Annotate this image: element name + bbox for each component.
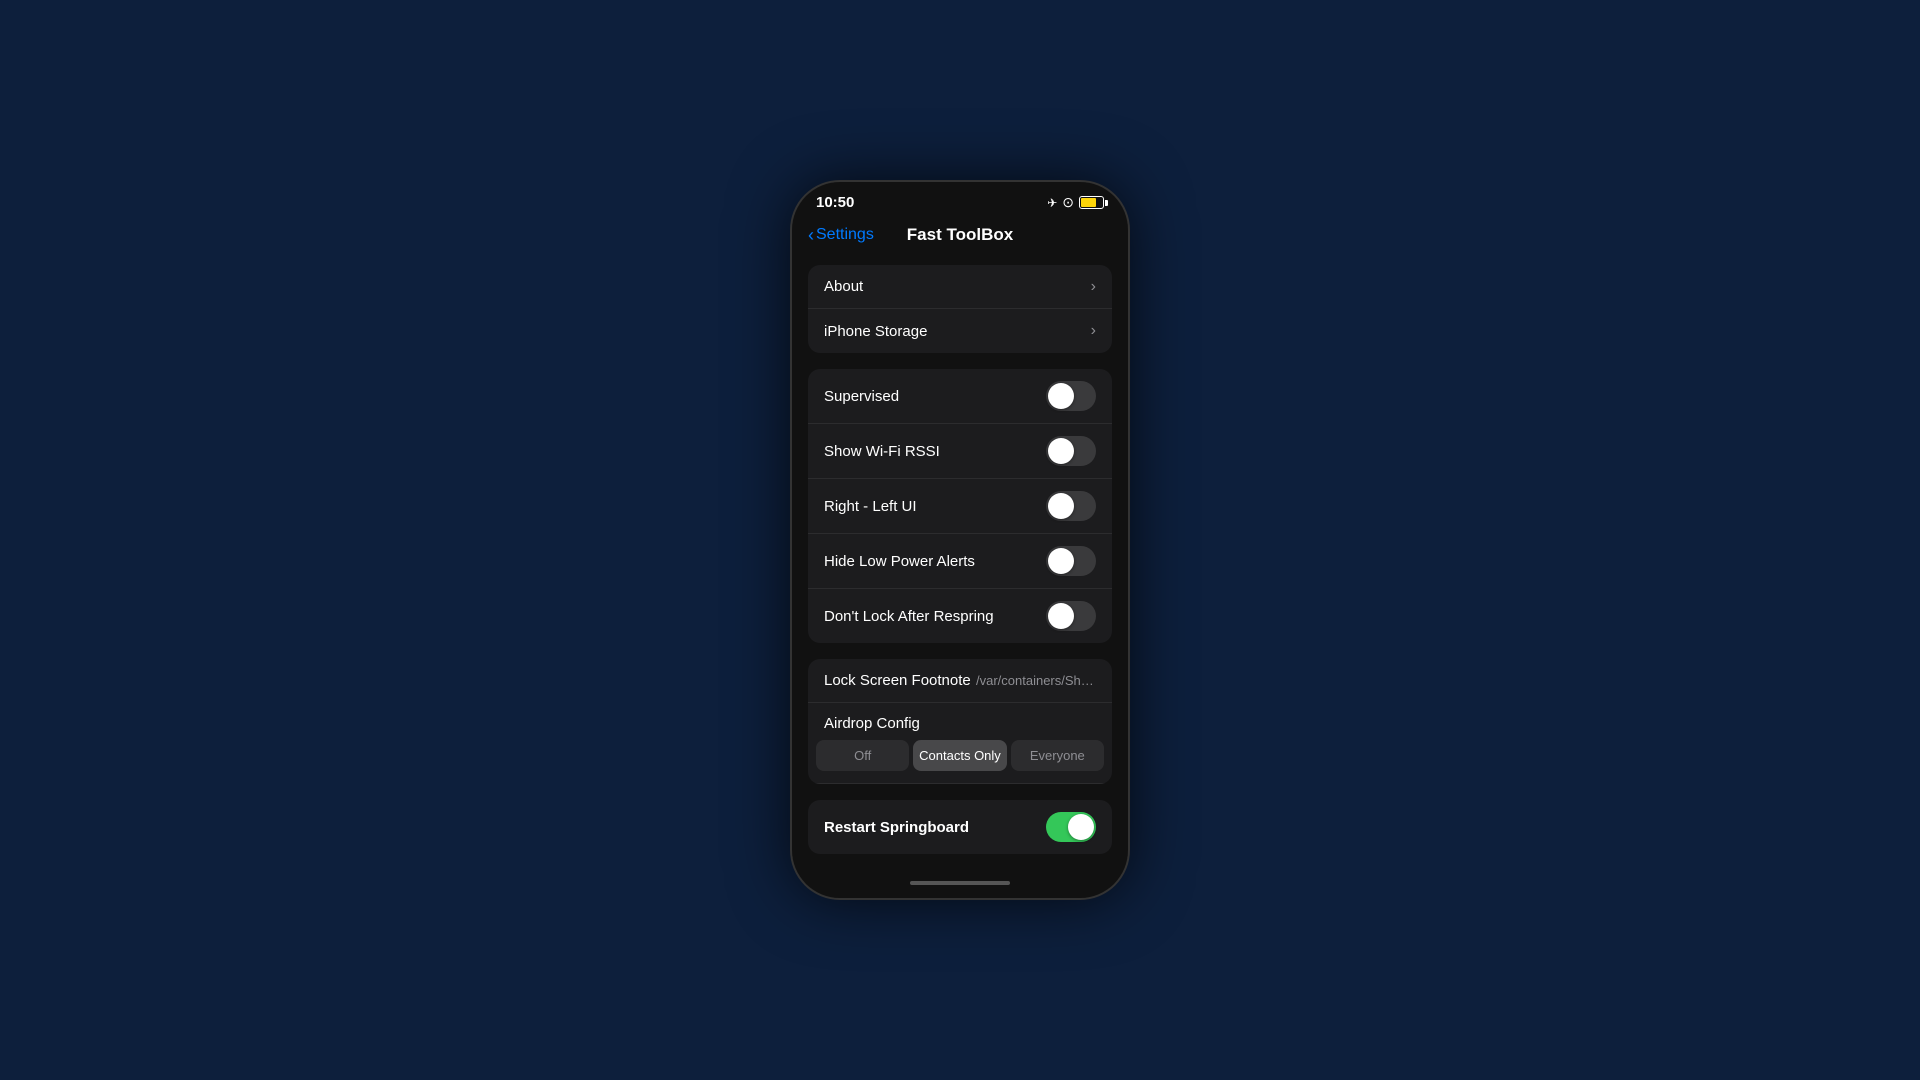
about-right: › (1091, 278, 1096, 296)
battery-fill (1081, 198, 1096, 207)
status-icons: ✈ ⊙ (1047, 194, 1104, 211)
about-label: About (824, 278, 863, 295)
dont-lock-item[interactable]: Don't Lock After Respring (808, 589, 1112, 643)
settings-content[interactable]: About › iPhone Storage › Supervised (792, 255, 1128, 868)
airplane-icon: ✈ (1047, 196, 1057, 210)
airdrop-contacts-only-button[interactable]: Contacts Only (913, 740, 1006, 771)
lock-screen-footnote-value: /var/containers/Sha... (976, 673, 1096, 688)
restart-springboard-label: Restart Springboard (824, 819, 969, 836)
nav-bar: ‹ Settings Fast ToolBox (792, 217, 1128, 255)
wifi-rssi-label: Show Wi-Fi RSSI (824, 443, 940, 460)
lock-screen-footnote-label: Lock Screen Footnote (824, 672, 971, 689)
hide-low-power-label: Hide Low Power Alerts (824, 553, 975, 570)
wifi-rssi-toggle[interactable] (1046, 436, 1096, 466)
airdrop-list-card: Lock Screen Footnote /var/containers/Sha… (808, 659, 1112, 784)
phone-frame: 10:50 ✈ ⊙ ‹ Settings Fast ToolBox About … (790, 180, 1130, 900)
right-left-ui-label: Right - Left UI (824, 498, 917, 515)
home-indicator (792, 868, 1128, 898)
right-left-ui-toggle[interactable] (1046, 491, 1096, 521)
iphone-storage-item[interactable]: iPhone Storage › (808, 309, 1112, 353)
status-time: 10:50 (816, 194, 854, 211)
volume-down-button (790, 367, 792, 417)
airdrop-config-label: Airdrop Config (808, 703, 1112, 740)
iphone-storage-chevron-icon: › (1091, 322, 1096, 340)
section-about: About › iPhone Storage › (808, 265, 1112, 353)
iphone-storage-label: iPhone Storage (824, 323, 927, 340)
about-list-card: About › iPhone Storage › (808, 265, 1112, 353)
toggles-list-card: Supervised Show Wi-Fi RSSI Right - Left … (808, 369, 1112, 643)
volume-up-button (790, 307, 792, 357)
battery-indicator (1079, 196, 1104, 209)
dont-lock-toggle[interactable] (1046, 601, 1096, 631)
restart-springboard-toggle[interactable] (1046, 812, 1096, 842)
hide-low-power-toggle-knob (1048, 548, 1074, 574)
about-item[interactable]: About › (808, 265, 1112, 309)
back-label: Settings (816, 226, 874, 244)
back-button[interactable]: ‹ Settings (808, 225, 874, 246)
supervised-toggle[interactable] (1046, 381, 1096, 411)
home-bar (910, 881, 1010, 885)
supervised-item[interactable]: Supervised (808, 369, 1112, 424)
restart-springboard-item[interactable]: Restart Springboard (808, 800, 1112, 854)
airdrop-buttons: Off Contacts Only Everyone (808, 740, 1112, 783)
restart-list-card: Restart Springboard (808, 800, 1112, 854)
section-toggles: Supervised Show Wi-Fi RSSI Right - Left … (808, 369, 1112, 643)
back-chevron-icon: ‹ (808, 225, 814, 246)
status-bar: 10:50 ✈ ⊙ (792, 182, 1128, 217)
power-button (1128, 282, 1130, 342)
hide-low-power-toggle[interactable] (1046, 546, 1096, 576)
wifi-rssi-item[interactable]: Show Wi-Fi RSSI (808, 424, 1112, 479)
wifi-rssi-toggle-knob (1048, 438, 1074, 464)
dont-lock-toggle-knob (1048, 603, 1074, 629)
supervised-label: Supervised (824, 388, 899, 405)
right-left-ui-toggle-knob (1048, 493, 1074, 519)
restart-springboard-toggle-knob (1068, 814, 1094, 840)
airdrop-everyone-button[interactable]: Everyone (1011, 740, 1104, 771)
page-title: Fast ToolBox (907, 225, 1013, 245)
wifi-icon: ⊙ (1062, 194, 1074, 211)
section-restart: Restart Springboard (808, 800, 1112, 854)
mute-button (790, 262, 792, 292)
about-chevron-icon: › (1091, 278, 1096, 296)
iphone-storage-right: › (1091, 322, 1096, 340)
supervised-toggle-knob (1048, 383, 1074, 409)
right-left-ui-item[interactable]: Right - Left UI (808, 479, 1112, 534)
airdrop-config-section: Airdrop Config Off Contacts Only Everyon… (808, 703, 1112, 784)
dont-lock-label: Don't Lock After Respring (824, 608, 994, 625)
airdrop-off-button[interactable]: Off (816, 740, 909, 771)
hide-low-power-item[interactable]: Hide Low Power Alerts (808, 534, 1112, 589)
section-airdrop: Lock Screen Footnote /var/containers/Sha… (808, 659, 1112, 784)
lock-screen-footnote-item[interactable]: Lock Screen Footnote /var/containers/Sha… (808, 659, 1112, 703)
